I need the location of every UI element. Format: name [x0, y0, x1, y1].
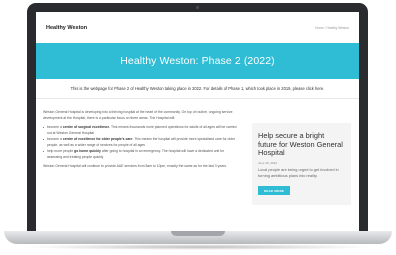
breadcrumb-home[interactable]: Home — [315, 26, 324, 30]
list-item-prefix: become a — [47, 137, 63, 141]
intro-line: This is the webpage for Phase 2 of Healt… — [36, 79, 359, 99]
breadcrumb-current: Healthy Weston — [326, 25, 349, 30]
list-item: help more people go home quickly after g… — [43, 148, 238, 160]
news-card-heading[interactable]: Help secure a bright future for Weston G… — [258, 131, 344, 158]
page-title: Healthy Weston: Phase 2 (2022) — [120, 55, 275, 67]
laptop-screen: Healthy Weston Home/Healthy Weston Healt… — [36, 12, 359, 231]
article-paragraph: Weston General Hospital is developing in… — [43, 110, 233, 120]
breadcrumb-separator: / — [324, 25, 326, 30]
page-banner: Healthy Weston: Phase 2 (2022) — [36, 43, 359, 79]
phase1-link[interactable]: click here — [306, 86, 323, 91]
content-area: Weston General Hospital is developing in… — [36, 99, 359, 205]
list-item: become a centre of surgical excellence. … — [43, 124, 238, 136]
list-item-bold: centre of surgical excellence — [62, 125, 110, 129]
intro-period: . — [323, 86, 325, 91]
intro-text: This is the webpage for Phase 2 of Healt… — [70, 86, 305, 91]
focus-list: become a centre of surgical excellence. … — [43, 124, 238, 160]
laptop-notch — [171, 231, 225, 236]
news-card-date: June 30, 2022 — [258, 160, 278, 165]
list-item: become a centre of excellence for older … — [43, 136, 238, 148]
news-card: Help secure a bright future for Weston G… — [252, 123, 351, 205]
laptop-base — [4, 231, 392, 244]
list-item-bold: go home quickly — [74, 149, 101, 153]
laptop-frame: Healthy Weston Home/Healthy Weston Healt… — [27, 3, 368, 231]
list-item-prefix: help more people — [47, 149, 75, 153]
main-article: Weston General Hospital is developing in… — [43, 109, 238, 205]
list-item-prefix: become a — [47, 125, 63, 129]
article-paragraph: Weston General Hospital will continue to… — [43, 164, 227, 168]
breadcrumb: Home/Healthy Weston — [315, 26, 349, 30]
site-title[interactable]: Healthy Weston — [46, 25, 87, 31]
camera-icon — [196, 6, 199, 9]
read-more-button[interactable]: READ MORE — [258, 186, 291, 196]
news-card-text: Local people are being urged to get invo… — [258, 166, 339, 178]
list-item-bold: centre of excellence for older people's … — [62, 137, 133, 141]
site-header: Healthy Weston Home/Healthy Weston — [36, 12, 359, 43]
laptop-shadow — [20, 244, 376, 250]
